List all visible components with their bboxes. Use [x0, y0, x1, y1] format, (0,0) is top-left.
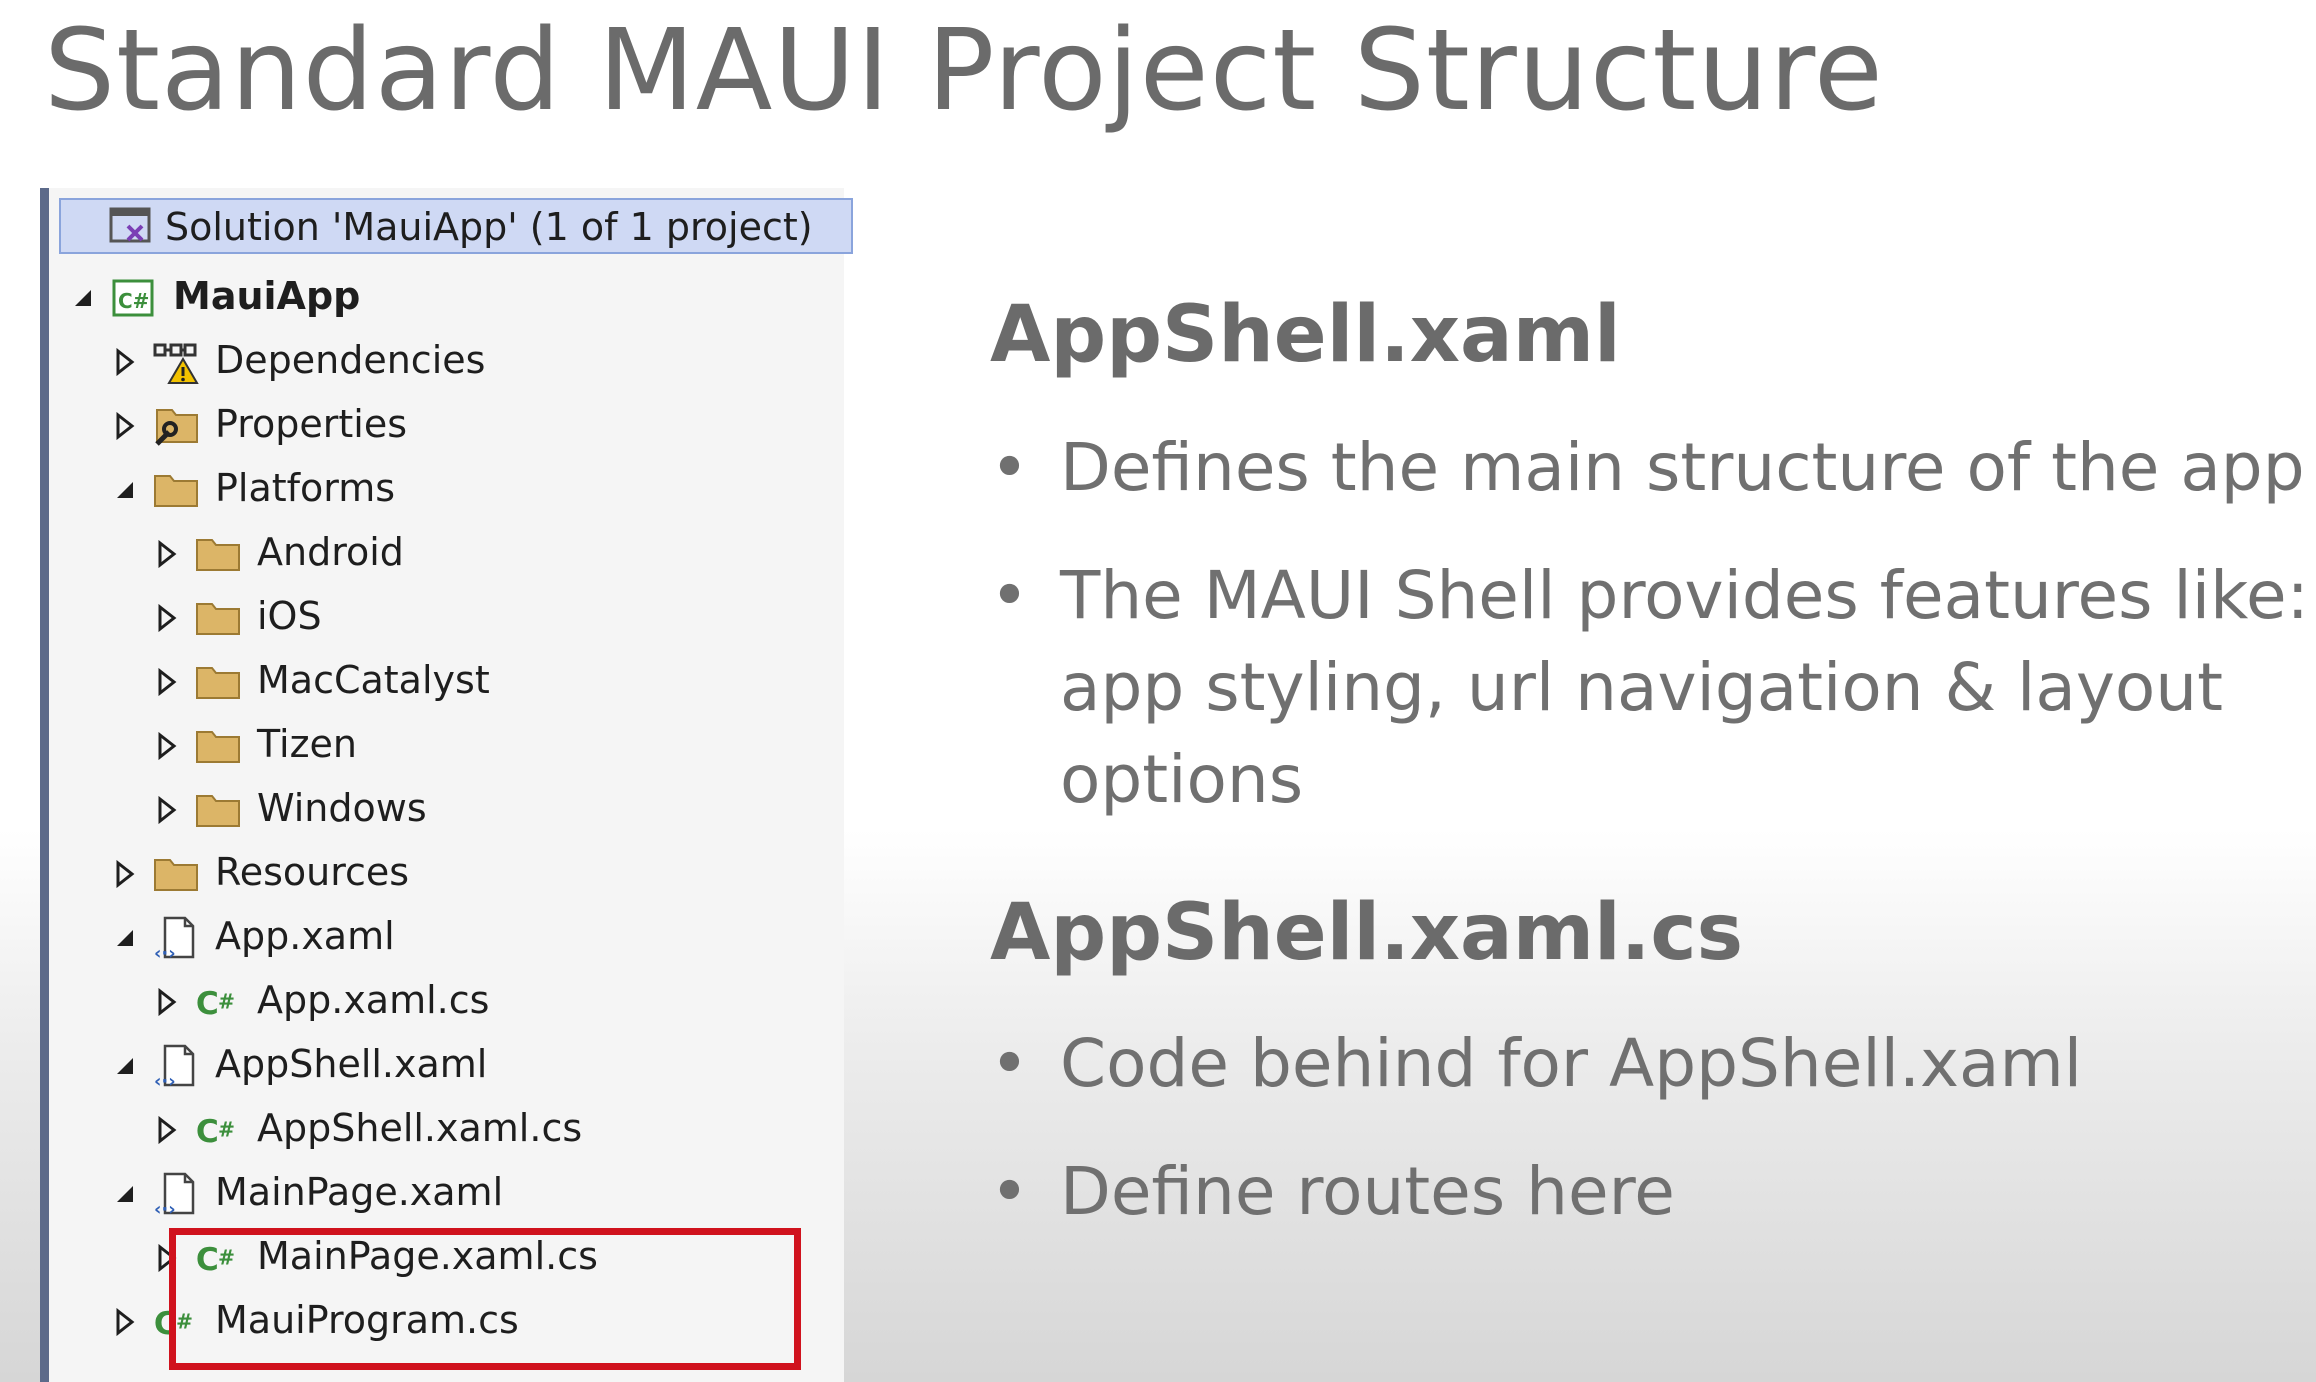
tree-item-ios[interactable]: iOS: [49, 586, 843, 650]
bullet-dot: •: [990, 1153, 1029, 1230]
bullet-dot: •: [990, 429, 1029, 506]
tree-item-label: Windows: [257, 786, 427, 830]
tree-item-label: MauiApp: [173, 274, 361, 318]
tree-item-dependencies[interactable]: Dependencies: [49, 330, 843, 394]
folder-icon: [195, 595, 241, 641]
collapsed-arrow-icon[interactable]: [155, 988, 179, 1016]
collapsed-arrow-icon[interactable]: [155, 540, 179, 568]
tree-item-mauiapp[interactable]: C# MauiApp: [49, 266, 843, 330]
expanded-arrow-icon[interactable]: [113, 1052, 137, 1080]
tree-item-app-xaml[interactable]: ‹·› App.xaml: [49, 906, 843, 970]
collapsed-arrow-icon[interactable]: [155, 604, 179, 632]
slide-title: Standard MAUI Project Structure: [44, 6, 1884, 136]
bullet-text: options: [1060, 741, 1304, 818]
folder-icon: [195, 787, 241, 833]
csharp-file-icon: C #: [195, 979, 241, 1025]
csharp-project-icon: C#: [111, 275, 157, 321]
svg-text:‹·›: ‹·›: [154, 1199, 176, 1217]
tree-item-android[interactable]: Android: [49, 522, 843, 586]
tree-item-label: Tizen: [257, 722, 358, 766]
tree-item-label: MainPage.xaml: [215, 1170, 504, 1214]
highlight-box: [169, 1228, 801, 1370]
bullet-text: The MAUI Shell provides features like:: [1060, 557, 2309, 634]
collapsed-arrow-icon[interactable]: [155, 732, 179, 760]
tree-item-label: Android: [257, 530, 404, 574]
xaml-file-icon: ‹·›: [153, 1043, 199, 1089]
bullet-text: app styling, url navigation & layout: [1060, 649, 2223, 726]
tree-item-appshell-xaml[interactable]: ‹·› AppShell.xaml: [49, 1034, 843, 1098]
xaml-file-icon: ‹·›: [153, 915, 199, 961]
svg-text:#: #: [218, 1117, 235, 1141]
solution-label: Solution 'MauiApp' (1 of 1 project): [165, 205, 813, 249]
expanded-arrow-icon[interactable]: [113, 1180, 137, 1208]
tree-item-properties[interactable]: Properties: [49, 394, 843, 458]
tree-item-label: iOS: [257, 594, 322, 638]
expanded-arrow-icon[interactable]: [113, 924, 137, 952]
folder-icon: [195, 723, 241, 769]
svg-text:C: C: [196, 986, 219, 1022]
svg-text:‹·›: ‹·›: [154, 1071, 176, 1089]
tree-item-app-xaml-cs[interactable]: C # App.xaml.cs: [49, 970, 843, 1034]
tree-item-label: MacCatalyst: [257, 658, 490, 702]
solution-explorer-panel: Solution 'MauiApp' (1 of 1 project) C# Ma…: [40, 188, 853, 1382]
folder-icon: [153, 851, 199, 897]
tree-item-platforms[interactable]: Platforms: [49, 458, 843, 522]
folder-icon: [153, 467, 199, 513]
tree-item-mainpage-xaml[interactable]: ‹·› MainPage.xaml: [49, 1162, 843, 1226]
csharp-file-icon: C #: [195, 1107, 241, 1153]
collapsed-arrow-icon[interactable]: [155, 668, 179, 696]
xaml-file-icon: ‹·›: [153, 1171, 199, 1217]
folder-icon: [195, 659, 241, 705]
svg-text:#: #: [218, 989, 235, 1013]
bullet-dot: •: [990, 1025, 1029, 1102]
solution-row[interactable]: Solution 'MauiApp' (1 of 1 project): [59, 198, 853, 254]
tree-item-label: Properties: [215, 402, 408, 446]
bullet-text: Define routes here: [1060, 1153, 1675, 1230]
bullet-text: Code behind for AppShell.xaml: [1060, 1025, 2083, 1102]
collapsed-arrow-icon[interactable]: [113, 412, 137, 440]
tree-item-maccatalyst[interactable]: MacCatalyst: [49, 650, 843, 714]
visual-studio-solution-icon: [107, 203, 153, 249]
section-heading: AppShell.xaml: [990, 290, 1621, 380]
tree-item-resources[interactable]: Resources: [49, 842, 843, 906]
tree-item-label: Platforms: [215, 466, 396, 510]
bullet-dot: •: [990, 557, 1029, 634]
properties-folder-icon: [153, 403, 199, 449]
svg-text:‹·›: ‹·›: [154, 943, 176, 961]
svg-text:C: C: [196, 1114, 219, 1150]
collapsed-arrow-icon[interactable]: [155, 1116, 179, 1144]
bullet-text: Defines the main structure of the app: [1060, 429, 2305, 506]
expanded-arrow-icon[interactable]: [71, 284, 95, 312]
dependencies-warning-icon: [153, 339, 199, 385]
collapsed-arrow-icon[interactable]: [113, 860, 137, 888]
collapsed-arrow-icon[interactable]: [113, 1308, 137, 1336]
tree-item-label: Resources: [215, 850, 410, 894]
tree-item-label: Dependencies: [215, 338, 486, 382]
collapsed-arrow-icon[interactable]: [155, 796, 179, 824]
tree-item-label: App.xaml.cs: [257, 978, 490, 1022]
expanded-arrow-icon[interactable]: [113, 476, 137, 504]
svg-text:C#: C#: [118, 289, 149, 313]
tree-item-label: AppShell.xaml: [215, 1042, 488, 1086]
tree-item-tizen[interactable]: Tizen: [49, 714, 843, 778]
section-heading: AppShell.xaml.cs: [990, 888, 1743, 978]
tree-item-appshell-xaml-cs[interactable]: C # AppShell.xaml.cs: [49, 1098, 843, 1162]
tree-item-label: App.xaml: [215, 914, 395, 958]
collapsed-arrow-icon[interactable]: [113, 348, 137, 376]
tree-item-windows[interactable]: Windows: [49, 778, 843, 842]
tree-item-label: AppShell.xaml.cs: [257, 1106, 583, 1150]
folder-icon: [195, 531, 241, 577]
